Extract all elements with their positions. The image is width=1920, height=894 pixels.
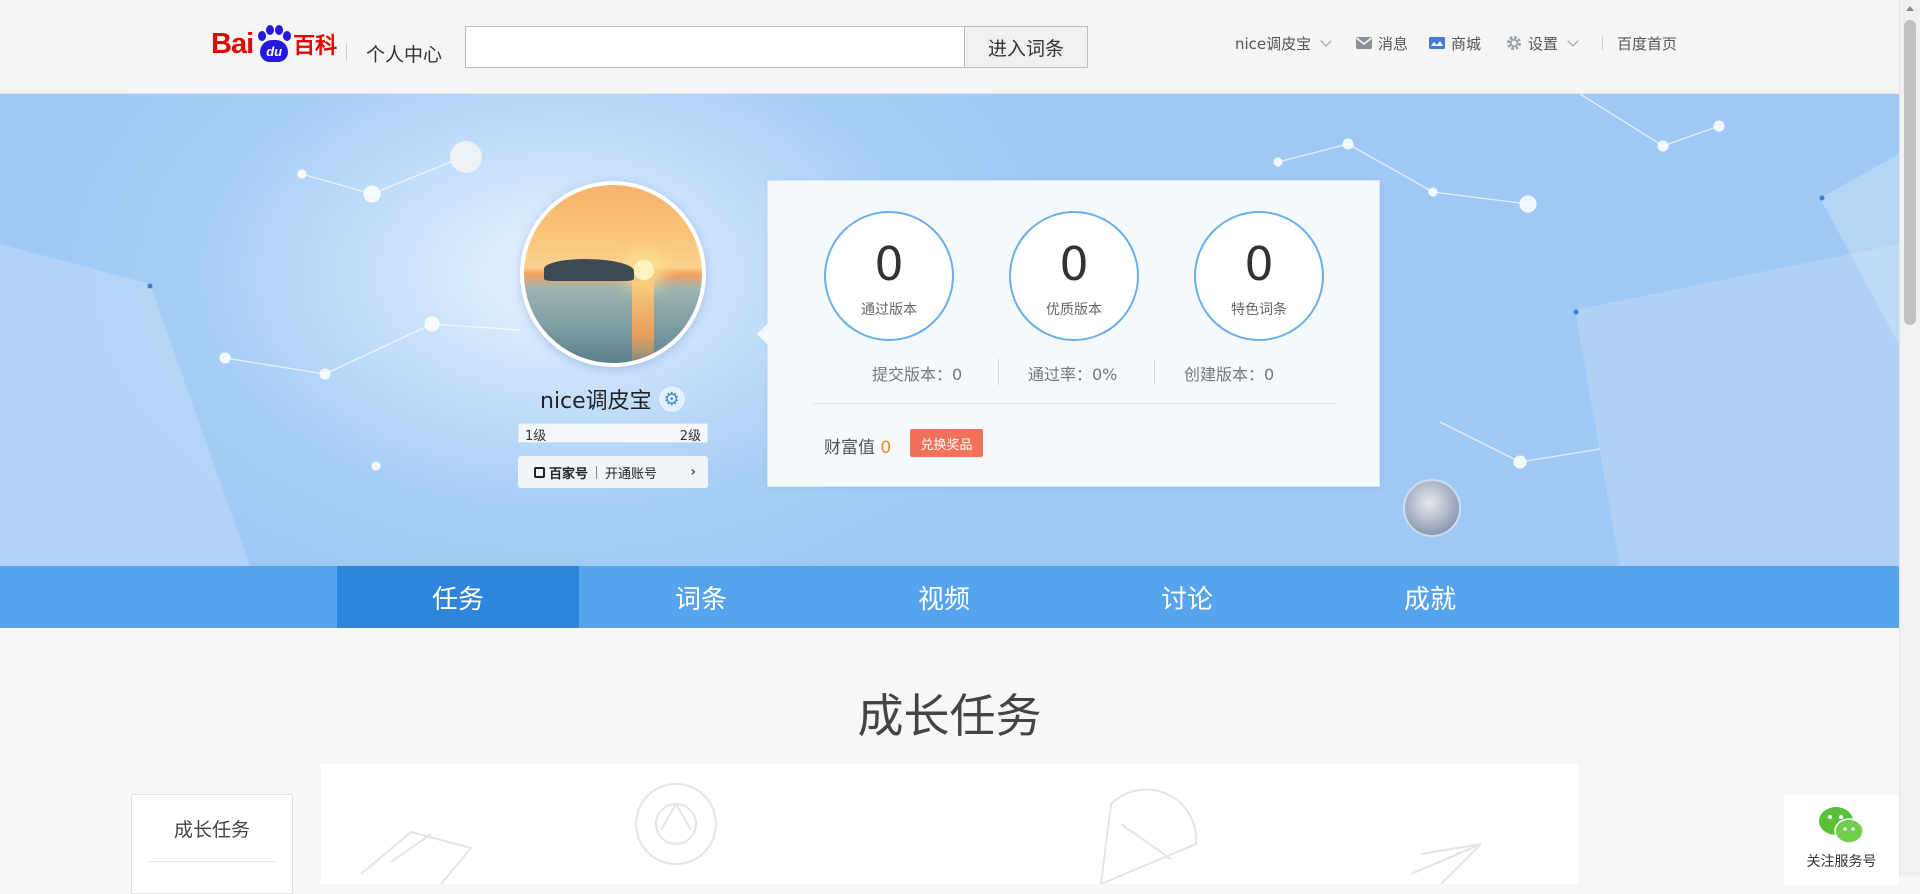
user-menu[interactable]: nice调皮宝: [1235, 33, 1332, 53]
baidu-home-link[interactable]: 百度首页: [1617, 33, 1677, 53]
baijiahao-icon: [534, 466, 545, 478]
level-progress-bar: 1级 2级: [518, 423, 708, 444]
stat-featured-entries[interactable]: 0 特色词条: [1194, 211, 1324, 341]
submitted-versions: 提交版本：0: [872, 365, 963, 384]
baijiahao-open-account-button[interactable]: 百家号 开通账号 ›: [518, 456, 708, 488]
stat-value: 0: [874, 237, 904, 291]
logo-bai: Bai: [211, 27, 254, 60]
mall-label: 商城: [1451, 34, 1482, 53]
page-scrollbar[interactable]: [1899, 0, 1920, 877]
messages-label: 消息: [1378, 34, 1409, 53]
wechat-icon: [1819, 807, 1864, 844]
baijiahao-action: 开通账号: [605, 466, 658, 482]
header-divider: [346, 43, 347, 61]
logo-baike: 百科: [293, 33, 338, 58]
tab-tasks[interactable]: 任务: [337, 566, 579, 628]
level-current: 1级: [525, 429, 547, 444]
wealth-display: 财富值 0: [824, 433, 891, 458]
verified-gear-icon[interactable]: ⚙: [657, 385, 686, 413]
stat-label: 特色词条: [1231, 302, 1287, 318]
chevron-down-icon: [1320, 34, 1332, 47]
messages-link[interactable]: 消息: [1355, 33, 1408, 53]
user-menu-label: nice调皮宝: [1235, 34, 1312, 53]
profile-username: nice调皮宝 ⚙: [540, 383, 686, 415]
floating-avatar-image: [1403, 479, 1461, 537]
stat-value: 0: [1059, 237, 1089, 291]
mail-icon: [1356, 37, 1372, 49]
stat-passed-versions[interactable]: 0 通过版本: [824, 211, 954, 341]
stat-label: 优质版本: [1046, 302, 1102, 318]
wechat-label: 关注服务号: [1806, 854, 1877, 870]
stat-quality-versions[interactable]: 0 优质版本: [1009, 211, 1139, 341]
enter-entry-button[interactable]: 进入词条: [964, 26, 1088, 68]
nav-divider: [1602, 36, 1603, 50]
redeem-prize-button[interactable]: 兑换奖品: [910, 429, 983, 457]
logo-du: du: [260, 40, 289, 62]
personal-center-label: 个人中心: [366, 44, 443, 66]
side-nav-growth-tasks[interactable]: 成长任务: [132, 815, 292, 842]
tab-achievements[interactable]: 成就: [1309, 566, 1551, 628]
main-tabs: 任务 词条 视频 讨论 成就: [0, 566, 1899, 628]
settings-label: 设置: [1528, 34, 1559, 53]
task-side-nav: 成长任务: [131, 794, 293, 894]
stat-value: 0: [1244, 237, 1274, 291]
stat-label: 通过版本: [861, 302, 917, 318]
task-illustrations: [360, 783, 1482, 886]
chevron-right-icon: ›: [690, 464, 696, 480]
tab-videos[interactable]: 视频: [823, 566, 1065, 628]
level-next: 2级: [679, 429, 701, 444]
search-input[interactable]: [465, 26, 965, 68]
user-avatar[interactable]: [520, 181, 706, 367]
stats-card: 0 通过版本 0 优质版本 0 特色词条 提交版本：0 通过率：0% 创建版本：…: [757, 180, 1380, 487]
scrollbar-thumb[interactable]: [1904, 20, 1916, 325]
top-header: Bai du 百科 个人中心 进入词条 nice调皮宝 消息 商城 设置 百度首…: [0, 0, 1899, 94]
settings-menu[interactable]: 设置: [1505, 33, 1579, 53]
created-versions: 创建版本：0: [1184, 365, 1275, 384]
tab-entries[interactable]: 词条: [580, 566, 822, 628]
wealth-label: 财富值: [824, 438, 875, 458]
section-title: 成长任务: [857, 689, 1042, 743]
scroll-up-arrow-icon[interactable]: [1906, 6, 1914, 11]
baijiahao-logo: 百家号: [534, 463, 588, 482]
baidu-home-label: 百度首页: [1617, 34, 1678, 53]
tab-discussions[interactable]: 讨论: [1066, 566, 1308, 628]
store-icon: [1429, 37, 1445, 49]
chevron-down-icon: [1567, 34, 1579, 47]
mall-link[interactable]: 商城: [1428, 33, 1481, 53]
wechat-follow-widget[interactable]: 关注服务号: [1784, 795, 1899, 885]
gear-icon: [1507, 36, 1521, 50]
username-text: nice调皮宝: [540, 389, 652, 414]
task-panel: [321, 764, 1578, 886]
baidu-baike-logo[interactable]: Bai du 百科: [211, 22, 337, 66]
baijiahao-brand: 百家号: [549, 466, 589, 482]
wealth-value: 0: [880, 438, 892, 458]
paw-icon: du: [254, 25, 292, 63]
pass-rate: 通过率：0%: [1028, 365, 1118, 384]
